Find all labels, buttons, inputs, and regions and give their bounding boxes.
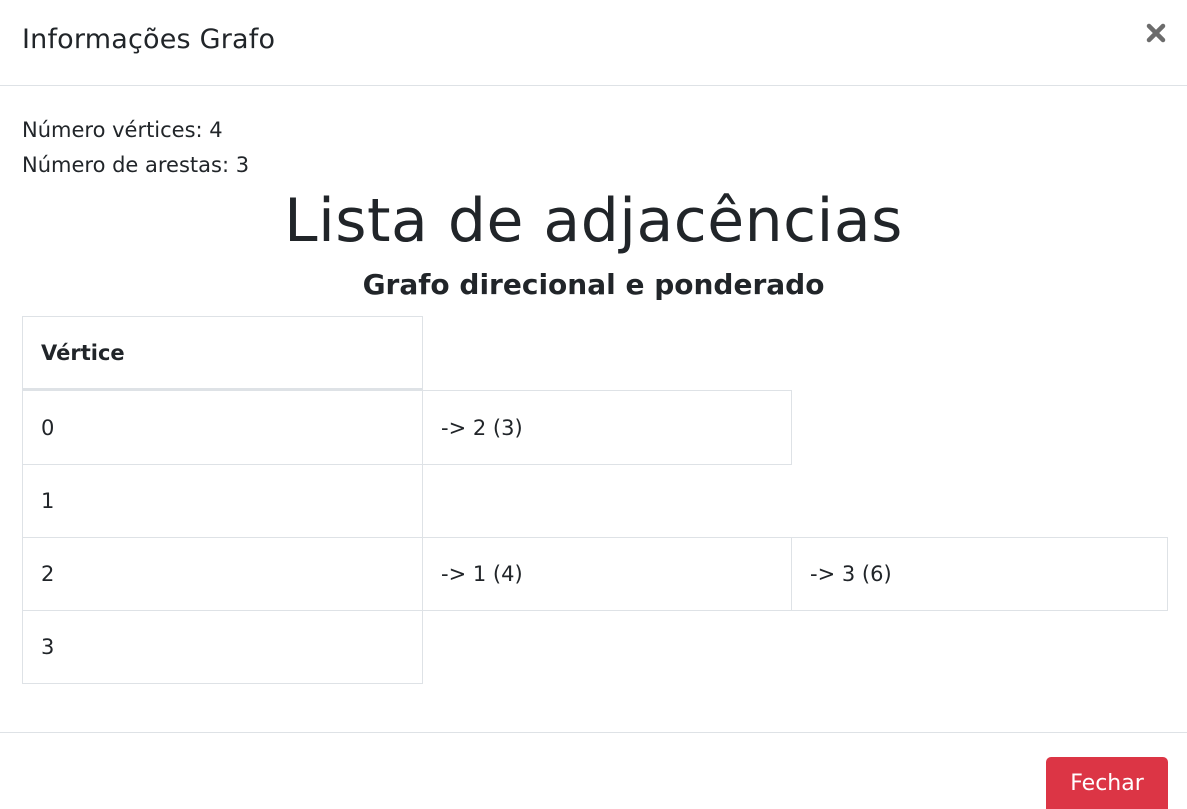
close-button[interactable] (1143, 20, 1169, 46)
fechar-button[interactable]: Fechar (1046, 757, 1168, 809)
adjacency-list-title: Lista de adjacências (284, 186, 903, 256)
vertex-cell-0: 0 (22, 390, 423, 465)
vertex-cell-1: 1 (22, 464, 423, 538)
vertex-column-header: Vértice (22, 316, 423, 391)
edge-count: Número de arestas: 3 (22, 153, 250, 177)
modal-header: Informações Grafo (0, 0, 1187, 86)
vertex-cell-2: 2 (22, 537, 423, 611)
graph-info-modal: Informações Grafo Número vértices: 4 Núm… (0, 0, 1187, 809)
graph-type-subtitle: Grafo direcional e ponderado (362, 268, 825, 301)
edge-cell-2-0: -> 1 (4) (422, 537, 792, 611)
modal-title: Informações Grafo (22, 24, 276, 55)
edge-cell-0-0: -> 2 (3) (422, 390, 792, 465)
modal-footer: Fechar (0, 732, 1187, 809)
vertex-count: Número vértices: 4 (22, 118, 223, 142)
vertex-cell-3: 3 (22, 610, 423, 684)
edge-cell-2-1: -> 3 (6) (791, 537, 1168, 611)
close-icon (1143, 20, 1169, 46)
